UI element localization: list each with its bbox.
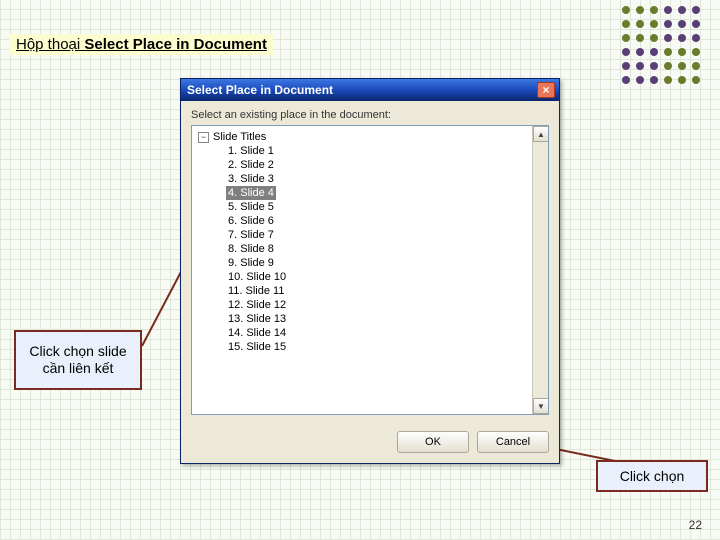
close-icon: ×	[542, 83, 549, 97]
tree-children: 1. Slide 12. Slide 23. Slide 34. Slide 4…	[198, 144, 532, 354]
tree-container: − Slide Titles 1. Slide 12. Slide 23. Sl…	[191, 125, 549, 415]
scroll-down-button[interactable]: ▼	[533, 398, 549, 414]
tree-node[interactable]: 11. Slide 11	[226, 284, 532, 298]
tree-node[interactable]: 8. Slide 8	[226, 242, 532, 256]
dialog-prompt: Select an existing place in the document…	[181, 101, 559, 125]
page-number: 22	[689, 518, 702, 532]
tree-node[interactable]: 3. Slide 3	[226, 172, 532, 186]
tree-node[interactable]: 1. Slide 1	[226, 144, 532, 158]
tree-root-label: Slide Titles	[213, 131, 266, 143]
tree-node[interactable]: 7. Slide 7	[226, 228, 532, 242]
dialog-titlebar[interactable]: Select Place in Document ×	[181, 79, 559, 101]
scroll-up-button[interactable]: ▲	[533, 126, 549, 142]
tree-node[interactable]: 12. Slide 12	[226, 298, 532, 312]
chevron-down-icon: ▼	[537, 402, 545, 411]
collapse-icon[interactable]: −	[198, 132, 209, 143]
tree-root[interactable]: − Slide Titles	[198, 130, 532, 144]
close-button[interactable]: ×	[537, 82, 555, 98]
vertical-scrollbar[interactable]: ▲ ▼	[532, 126, 548, 414]
tree-node[interactable]: 5. Slide 5	[226, 200, 532, 214]
tree-node[interactable]: 10. Slide 10	[226, 270, 532, 284]
callout-click-ok: Click chọn	[596, 460, 708, 492]
slide-page: Hộp thoại Select Place in Document Selec…	[0, 0, 720, 540]
callout-select-slide: Click chọn slide cần liên kết	[14, 330, 142, 390]
tree-node[interactable]: 2. Slide 2	[226, 158, 532, 172]
cancel-button[interactable]: Cancel	[477, 431, 549, 453]
tree-node[interactable]: 4. Slide 4	[226, 186, 276, 200]
tree-node[interactable]: 13. Slide 13	[226, 312, 532, 326]
page-heading: Hộp thoại Select Place in Document	[10, 34, 273, 55]
dialog-title: Select Place in Document	[187, 83, 537, 97]
slide-tree[interactable]: − Slide Titles 1. Slide 12. Slide 23. Sl…	[192, 126, 532, 414]
tree-node[interactable]: 14. Slide 14	[226, 326, 532, 340]
tree-node[interactable]: 6. Slide 6	[226, 214, 532, 228]
dialog-button-row: OK Cancel	[181, 425, 559, 463]
tree-node[interactable]: 15. Slide 15	[226, 340, 532, 354]
ok-button[interactable]: OK	[397, 431, 469, 453]
decorative-dot-grid	[622, 6, 702, 86]
heading-bold: Select Place in Document	[84, 36, 267, 53]
tree-node[interactable]: 9. Slide 9	[226, 256, 532, 270]
select-place-dialog: Select Place in Document × Select an exi…	[180, 78, 560, 464]
chevron-up-icon: ▲	[537, 130, 545, 139]
scroll-track[interactable]	[533, 142, 548, 398]
heading-prefix: Hộp thoại	[16, 36, 84, 53]
